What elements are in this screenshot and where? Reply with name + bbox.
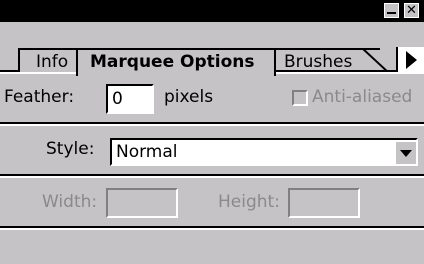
palette-menu-button[interactable] <box>396 47 424 73</box>
style-row: Style: Normal <box>0 124 424 176</box>
tab-info[interactable]: Info <box>18 48 76 74</box>
style-label: Style: <box>46 139 95 159</box>
feather-label: Feather: <box>4 87 75 107</box>
style-dropdown-button[interactable] <box>394 140 416 164</box>
style-select[interactable]: Normal <box>110 138 418 166</box>
close-icon: ✕ <box>406 3 417 18</box>
feather-input[interactable]: 0 <box>106 84 154 114</box>
marquee-options-palette: ✕ Info Marquee Options Brushes Feather: … <box>0 0 424 264</box>
minimize-icon <box>387 11 396 14</box>
height-label: Height: <box>218 192 280 212</box>
tab-marquee-options-label: Marquee Options <box>90 52 255 72</box>
tab-slant-edge <box>361 48 391 74</box>
close-button[interactable]: ✕ <box>404 3 419 18</box>
feather-row: Feather: 0 pixels Anti-aliased <box>0 72 424 124</box>
palette-footer <box>0 228 424 264</box>
style-selected-value: Normal <box>116 142 178 162</box>
triangle-right-icon <box>405 51 417 69</box>
chevron-down-icon <box>400 149 412 157</box>
palette-title-bar[interactable]: ✕ <box>0 0 424 22</box>
tab-strip: Info Marquee Options Brushes <box>0 22 424 76</box>
anti-aliased-checkbox[interactable] <box>292 90 308 106</box>
anti-aliased-label: Anti-aliased <box>312 87 413 107</box>
tab-marquee-options[interactable]: Marquee Options <box>76 48 276 76</box>
tab-info-label: Info <box>36 52 69 72</box>
width-input[interactable] <box>106 188 178 218</box>
height-input[interactable] <box>288 188 360 218</box>
tab-brushes-label: Brushes <box>284 52 353 72</box>
width-label: Width: <box>42 192 98 212</box>
size-row: Width: Height: <box>0 176 424 228</box>
feather-unit-label: pixels <box>164 87 214 107</box>
minimize-button[interactable] <box>384 3 399 18</box>
